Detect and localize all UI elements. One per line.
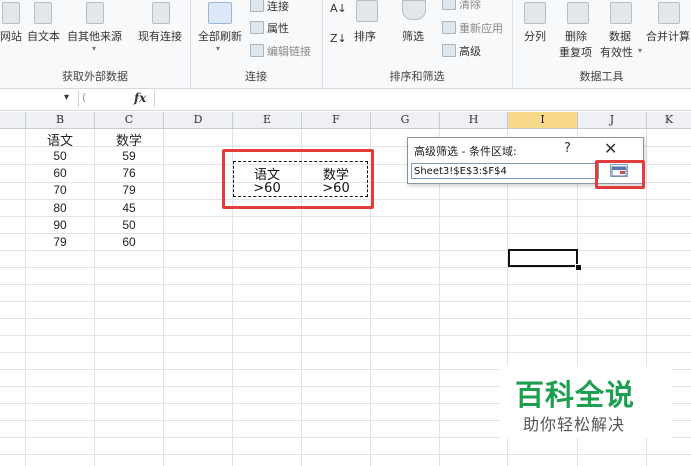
reapply-button[interactable]: 重新应用 [442,20,503,36]
formula-input[interactable] [154,91,691,107]
sort-az-icon[interactable]: A↓ [330,2,347,15]
chevron-down-icon: ▾ [638,46,643,55]
remove-duplicates-label-2: 重复项 [559,46,592,59]
reapply-label: 重新应用 [459,22,503,35]
other-sources-icon [86,2,104,24]
table-cell[interactable]: 60 [26,166,94,180]
group-label: 连接 [245,70,267,83]
column-header-a-partial[interactable] [0,112,26,129]
name-box-dropdown-icon[interactable]: ▾ [64,92,69,103]
group-get-external-data: 网站 自文本 自其他来源 ▾ 现有连接 获取外部数据 [0,0,191,88]
group-sort-filter: A↓ Z↓ 排序 筛选 清除 重新应用 高级 排序和筛选 [322,0,513,88]
remove-duplicates-button[interactable]: 删除 [565,28,587,44]
data-validation-label-2: 有效性 [600,46,633,59]
chevron-down-icon: ▾ [216,44,221,53]
reapply-icon [442,21,456,34]
clear-label: 清除 [459,0,481,11]
group-connections: 全部刷新 ▾ 连接 属性 编辑链接 连接 [190,0,323,88]
table-header-math[interactable]: 数学 [95,130,163,149]
table-cell[interactable]: 76 [95,166,163,180]
table-cell[interactable]: 60 [95,235,163,249]
refresh-icon [208,2,232,24]
expand-button-highlight-box [595,160,645,189]
sort-za-icon[interactable]: Z↓ [330,32,347,45]
table-cell[interactable]: 90 [26,218,94,232]
watermark-subtitle: 助你轻松解决 [523,415,626,434]
text-file-icon [34,2,52,24]
clear-icon [442,0,456,10]
link-icon [250,44,264,57]
connections-icon [250,0,264,12]
column-header-g[interactable]: G [371,112,440,129]
dialog-title: 高级筛选 - 条件区域: [414,145,517,158]
active-cell[interactable] [508,249,578,267]
table-cell[interactable]: 70 [26,183,94,197]
connections-button[interactable]: 连接 [250,0,289,14]
criteria-value-chinese[interactable]: >60 [233,181,301,196]
from-other-sources-button[interactable]: 自其他来源 [67,28,122,44]
sort-dialog-icon [356,0,378,22]
insert-function-icon[interactable]: fx [134,91,146,105]
sort-button[interactable]: 排序 [354,28,376,44]
table-cell[interactable]: 50 [95,218,163,232]
column-header-h[interactable]: H [440,112,508,129]
edit-links-button[interactable]: 编辑链接 [250,43,311,59]
table-header-chinese[interactable]: 语文 [26,130,94,149]
criteria-value-math[interactable]: >60 [302,181,370,196]
refresh-all-button[interactable]: 全部刷新 [198,28,242,44]
web-icon [2,2,20,24]
help-icon[interactable]: ? [564,141,571,156]
formula-bar: ▾ ( fx [0,89,691,111]
existing-connections-icon [152,2,170,24]
column-header-b[interactable]: B [26,112,95,129]
table-cell[interactable]: 50 [26,149,94,163]
edit-links-label: 编辑链接 [267,45,311,58]
advanced-filter-icon [442,44,456,57]
fill-handle[interactable] [575,264,582,271]
table-cell[interactable]: 79 [95,183,163,197]
properties-icon [250,21,264,34]
table-cell[interactable]: 45 [95,201,163,215]
watermark-logo: 百科全说 [515,378,636,412]
text-to-columns-button[interactable]: 分列 [524,28,546,44]
column-header-e[interactable]: E [233,112,302,129]
existing-connections-button[interactable]: 现有连接 [138,28,182,44]
filter-funnel-icon [402,0,426,20]
close-button[interactable]: ✕ [604,139,617,159]
column-header-k[interactable]: K [647,112,691,129]
column-header-d[interactable]: D [164,112,233,129]
criteria-range-input[interactable] [411,163,599,179]
group-label: 获取外部数据 [62,70,128,83]
ribbon: 网站 自文本 自其他来源 ▾ 现有连接 获取外部数据 全部刷新 ▾ 连接 属性 … [0,0,691,89]
filter-button[interactable]: 筛选 [402,28,424,44]
column-header-i[interactable]: I [508,112,578,129]
chevron-down-icon: ▾ [92,44,97,53]
remove-duplicates-icon [567,2,589,24]
data-validation-button[interactable]: 数据 [609,28,631,44]
advanced-label: 高级 [459,45,481,58]
table-cell[interactable]: 80 [26,201,94,215]
from-text-button[interactable]: 自文本 [27,28,60,44]
properties-button[interactable]: 属性 [250,20,289,36]
table-cell[interactable]: 79 [26,235,94,249]
group-data-tools: 分列 删除 重复项 数据 有效性 ▾ 合并计算 数据工具 [512,0,691,88]
consolidate-button[interactable]: 合并计算 [646,28,690,44]
column-header-j[interactable]: J [578,112,647,129]
clear-button[interactable]: 清除 [442,0,481,12]
formula-bar-expand-icon[interactable]: ( [82,91,86,104]
column-header-c[interactable]: C [95,112,164,129]
connections-label: 连接 [267,0,289,13]
advanced-button[interactable]: 高级 [442,43,481,59]
consolidate-icon [658,2,680,24]
data-validation-icon [610,2,632,24]
name-box[interactable]: ▾ [0,91,79,107]
column-header-f[interactable]: F [302,112,371,129]
group-label: 排序和筛选 [389,70,445,83]
text-to-columns-icon [524,2,546,24]
from-web-button[interactable]: 网站 [0,28,22,44]
group-label: 数据工具 [579,70,624,83]
properties-label: 属性 [267,22,289,35]
table-cell[interactable]: 59 [95,149,163,163]
